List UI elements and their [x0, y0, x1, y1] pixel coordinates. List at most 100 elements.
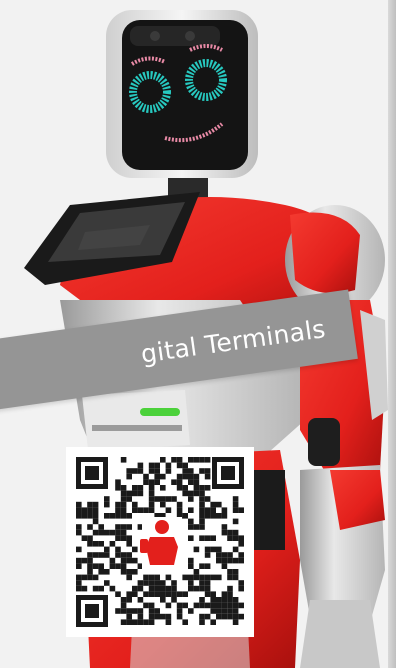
qr-module: [221, 513, 228, 519]
qr-module: [126, 496, 132, 502]
qr-module: [165, 613, 172, 620]
qr-module: [182, 513, 188, 519]
qr-module: [132, 468, 138, 474]
qr-module: [137, 507, 144, 513]
qr-module: [160, 580, 166, 586]
qr-module: [137, 485, 144, 491]
qr-module: [227, 602, 233, 609]
qr-module: [126, 557, 132, 564]
qr-module: [193, 602, 200, 609]
qr-module: [143, 507, 149, 513]
qr-module: [165, 574, 172, 581]
qr-module: [115, 546, 121, 553]
qr-module: [193, 479, 200, 485]
qr-module: [76, 580, 82, 586]
qr-module: [210, 501, 216, 508]
qr-module: [232, 608, 239, 614]
qr-module: [98, 552, 104, 558]
qr-module: [132, 485, 138, 491]
qr-code[interactable]: [66, 447, 254, 637]
qr-module: [81, 513, 88, 519]
qr-module: [132, 546, 138, 553]
qr-module: [109, 563, 116, 569]
qr-module: [154, 613, 160, 620]
qr-module: [160, 591, 166, 597]
qr-module: [76, 524, 82, 530]
qr-module: [165, 602, 172, 609]
qr-module: [126, 541, 132, 547]
qr-module: [227, 535, 233, 541]
qr-module: [227, 574, 233, 581]
qr-module: [87, 524, 93, 530]
qr-module: [132, 557, 138, 564]
qr-module: [204, 485, 211, 491]
qr-module: [120, 619, 127, 625]
qr-module: [165, 507, 172, 513]
qr-module: [188, 580, 194, 586]
qr-module: [238, 580, 244, 586]
qr-module: [148, 485, 155, 491]
qr-module: [98, 563, 104, 569]
qr-module: [76, 563, 82, 569]
qr-module: [199, 524, 205, 530]
qr-module: [188, 574, 194, 581]
qr-module: [204, 513, 211, 519]
qr-module: [81, 557, 88, 564]
qr-module: [137, 608, 144, 614]
qr-module: [120, 513, 127, 519]
qr-module: [188, 473, 194, 480]
qr-module: [148, 585, 155, 592]
qr-module: [232, 569, 239, 575]
qr-module: [221, 591, 228, 597]
qr-module: [98, 541, 104, 547]
qr-module: [238, 585, 244, 592]
qr-module: [120, 457, 127, 463]
qr-module: [115, 507, 121, 513]
qr-module: [227, 597, 233, 603]
qr-module: [104, 496, 110, 502]
robot-elbow: [308, 418, 340, 466]
qr-module: [221, 608, 228, 614]
qr-module: [193, 490, 200, 497]
qr-module: [176, 462, 183, 469]
qr-module: [216, 513, 222, 519]
qr-module: [188, 608, 194, 614]
qr-module: [76, 513, 82, 519]
qr-module: [126, 569, 132, 575]
qr-module: [120, 496, 127, 502]
qr-module: [115, 529, 121, 536]
qr-module: [109, 513, 116, 519]
qr-module: [227, 569, 233, 575]
qr-module: [120, 507, 127, 513]
qr-module: [193, 457, 200, 463]
qr-module: [81, 507, 88, 513]
qr-module: [171, 591, 177, 597]
qr-module: [227, 529, 233, 536]
qr-module: [148, 507, 155, 513]
qr-module: [126, 524, 132, 530]
qr-module: [115, 552, 121, 558]
qr-module: [148, 608, 155, 614]
qr-module: [98, 585, 104, 592]
qr-module: [232, 597, 239, 603]
qr-module: [148, 574, 155, 581]
qr-module: [104, 580, 110, 586]
qr-module: [148, 591, 155, 597]
qr-module: [109, 541, 116, 547]
qr-module: [216, 546, 222, 553]
qr-module: [204, 468, 211, 474]
qr-module: [199, 535, 205, 541]
qr-module: [238, 507, 244, 513]
qr-module: [137, 597, 144, 603]
qr-module: [87, 507, 93, 513]
qr-module: [210, 535, 216, 541]
qr-module: [137, 490, 144, 497]
qr-module: [109, 529, 116, 536]
qr-finder-top-left: [76, 457, 108, 489]
qr-module: [210, 574, 216, 581]
qr-module: [216, 597, 222, 603]
qr-module: [216, 574, 222, 581]
qr-module: [204, 591, 211, 597]
qr-module: [154, 580, 160, 586]
qr-module: [210, 608, 216, 614]
